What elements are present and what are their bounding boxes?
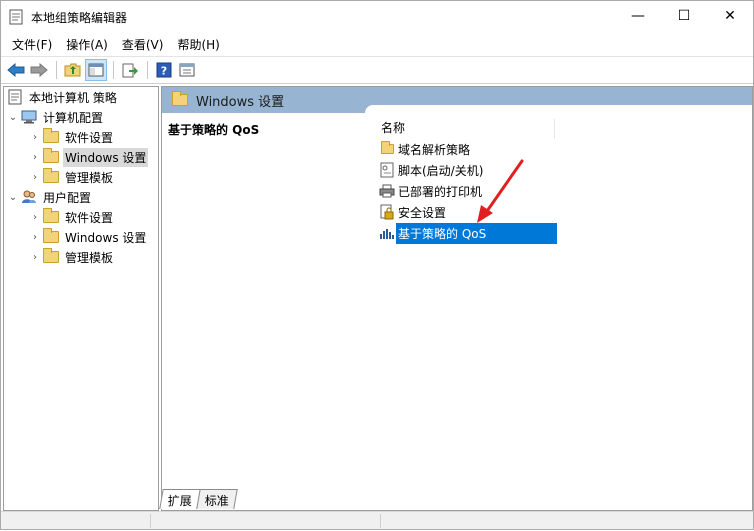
toolbar-separator — [56, 61, 57, 79]
menu-view[interactable]: 查看(V) — [115, 34, 171, 55]
chevron-right-icon[interactable]: › — [28, 152, 42, 163]
list-item-printers[interactable]: 已部署的打印机 — [379, 181, 557, 201]
folder-icon — [379, 141, 395, 157]
title-bar: 本地组策略编辑器 — ☐ ✕ — [1, 1, 753, 33]
app-icon — [9, 9, 23, 25]
list-item-scripts[interactable]: 脚本(启动/关机) — [379, 160, 557, 180]
forward-arrow-icon[interactable] — [28, 59, 50, 81]
close-button[interactable]: ✕ — [707, 1, 753, 31]
menu-help[interactable]: 帮助(H) — [170, 34, 226, 55]
tree-item-computer-windows-settings[interactable]: › Windows 设置 — [28, 147, 149, 167]
tab-standard[interactable]: 标准 — [196, 489, 238, 509]
policy-document-icon — [6, 89, 24, 105]
folder-icon — [42, 128, 60, 145]
tree-item-root[interactable]: 本地计算机 策略 — [6, 87, 119, 107]
properties-icon[interactable] — [176, 59, 198, 81]
status-bar — [1, 511, 753, 529]
view-tabs: 扩展 标准 — [159, 487, 238, 509]
tree-item-label: 用户配置 — [43, 190, 92, 205]
back-arrow-icon[interactable] — [5, 59, 27, 81]
group-policy-editor-window: 本地组策略编辑器 — ☐ ✕ 文件(F) 操作(A) 查看(V) 帮助(H) ? — [0, 0, 754, 530]
maximize-button[interactable]: ☐ — [661, 1, 707, 31]
toolbar-separator — [113, 61, 114, 79]
tab-label: 扩展 — [167, 494, 192, 508]
folder-icon — [42, 248, 60, 265]
list-item-label: 已部署的打印机 — [398, 184, 483, 199]
folder-icon — [42, 228, 60, 245]
window-title: 本地组策略编辑器 — [31, 11, 128, 25]
tree-item-label: 软件设置 — [65, 130, 114, 145]
tree-item-computer-software[interactable]: › 软件设置 — [28, 127, 115, 147]
description-title: 基于策略的 QoS — [168, 123, 260, 137]
list-item-label: 脚本(启动/关机) — [398, 163, 484, 178]
tree-item-user-admin-templates[interactable]: › 管理模板 — [28, 247, 115, 267]
show-hide-console-tree-icon[interactable] — [85, 59, 107, 81]
tree-item-computer-admin-templates[interactable]: › 管理模板 — [28, 167, 115, 187]
list-item-dns-policy[interactable]: 域名解析策略 — [379, 139, 557, 159]
details-header-label: Windows 设置 — [196, 94, 285, 110]
list-item-policy-based-qos[interactable]: 基于策略的 QoS — [379, 222, 557, 244]
toolbar-separator — [147, 61, 148, 79]
computer-icon — [20, 109, 38, 125]
toolbar: ? — [1, 56, 753, 84]
tree-item-label: Windows 设置 — [63, 147, 149, 167]
chevron-right-icon[interactable]: › — [28, 252, 42, 263]
list-item-label: 基于策略的 QoS — [396, 222, 557, 244]
qos-chart-icon — [379, 225, 395, 241]
users-icon — [20, 189, 38, 205]
tree-item-label: Windows 设置 — [65, 230, 147, 245]
menu-action[interactable]: 操作(A) — [59, 34, 115, 55]
printer-icon — [379, 183, 395, 199]
folder-icon — [42, 208, 60, 225]
menu-file[interactable]: 文件(F) — [5, 34, 59, 55]
tree-item-label: 管理模板 — [65, 250, 114, 265]
chevron-right-icon[interactable]: › — [28, 212, 42, 223]
svg-text:?: ? — [161, 65, 167, 78]
chevron-down-icon[interactable]: ⌄ — [6, 112, 20, 123]
chevron-down-icon[interactable]: ⌄ — [6, 192, 20, 203]
folder-icon — [172, 91, 188, 106]
folder-icon — [42, 148, 60, 165]
help-icon[interactable]: ? — [153, 59, 175, 81]
list-item-label: 安全设置 — [398, 205, 447, 220]
details-pane: Windows 设置 基于策略的 QoS 名称 域名解析策略 脚本(启动/关机)… — [161, 86, 753, 511]
status-segment — [151, 514, 381, 528]
folder-icon — [42, 168, 60, 185]
tree-item-user-windows-settings[interactable]: › Windows 设置 — [28, 227, 148, 247]
tree-item-computer-config[interactable]: ⌄ 计算机配置 — [6, 107, 105, 127]
chevron-right-icon[interactable]: › — [28, 232, 42, 243]
list-item-security-settings[interactable]: 安全设置 — [379, 202, 557, 222]
security-icon — [379, 204, 395, 220]
tree-item-label: 计算机配置 — [43, 110, 104, 125]
script-icon — [379, 162, 395, 178]
tree-item-label: 软件设置 — [65, 210, 114, 225]
console-tree: 本地计算机 策略 ⌄ 计算机配置 › 软件设置 › Windows 设置 › 管… — [3, 86, 159, 511]
list-item-label: 域名解析策略 — [398, 142, 471, 157]
up-folder-icon[interactable] — [62, 59, 84, 81]
column-header-name[interactable]: 名称 — [379, 119, 555, 139]
details-list: 名称 域名解析策略 脚本(启动/关机) 已部署的打印机 安全设置 基于策略的 Q… — [365, 105, 752, 495]
tree-item-label: 管理模板 — [65, 170, 114, 185]
export-list-icon[interactable] — [119, 59, 141, 81]
chevron-right-icon[interactable]: › — [28, 132, 42, 143]
tab-extended[interactable]: 扩展 — [159, 489, 201, 509]
tree-item-label: 本地计算机 策略 — [29, 90, 117, 105]
chevron-right-icon[interactable]: › — [28, 172, 42, 183]
status-segment — [1, 514, 151, 528]
tree-item-user-software[interactable]: › 软件设置 — [28, 207, 115, 227]
tab-label: 标准 — [204, 494, 229, 508]
tree-item-user-config[interactable]: ⌄ 用户配置 — [6, 187, 93, 207]
menu-bar: 文件(F) 操作(A) 查看(V) 帮助(H) — [1, 33, 753, 55]
minimize-button[interactable]: — — [615, 1, 661, 31]
